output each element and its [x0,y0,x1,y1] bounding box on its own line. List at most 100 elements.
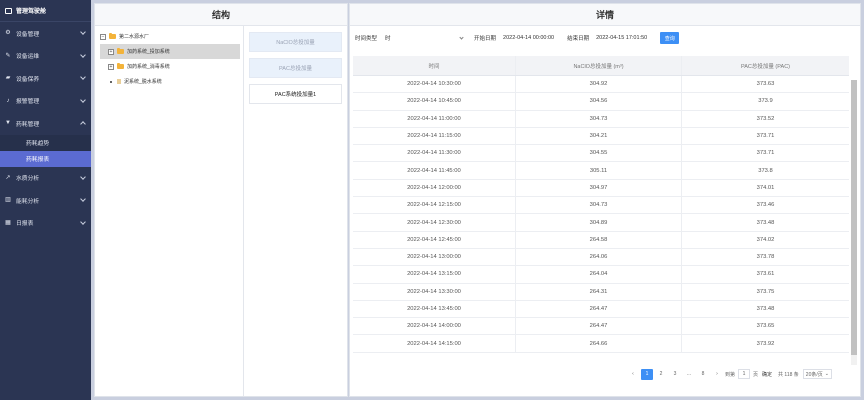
chevron-down-icon [459,34,464,40]
cell-time: 2022-04-14 11:30:00 [353,145,516,162]
cell-pac: 373.48 [756,306,775,312]
structure-tree: − 第二水源水厂 + 加药系统_投加系统 + 加药系统_消毒系统 泥系统_脱水系… [100,29,240,89]
table-scrollbar[interactable] [851,80,857,365]
page-button-3[interactable]: 3 [669,369,681,380]
scrollbar-thumb[interactable] [851,80,857,355]
cell-pac: 373.61 [756,271,775,278]
sidebar-item-label: 药耗管理 [16,121,40,128]
sidebar-item-daily-report[interactable]: ▦ 日报表 [0,212,91,235]
table-body: 2022-04-14 10:30:00 304.92 373.63 2022-04-1… [353,76,849,381]
cell-time: 2022-04-14 12:45:00 [353,231,516,248]
metric-type-pac-system[interactable]: PAC系统投加量1 [249,84,342,104]
bell-icon: ♪ [6,97,10,104]
sidebar-item-energy[interactable]: ▥ 能耗分析 [0,189,91,212]
expand-toggle-icon[interactable]: + [108,63,114,70]
goto-page-input[interactable]: 1 [738,369,751,379]
cell-naclo: 264.47 [516,300,682,318]
table-row[interactable]: 2022-04-14 14:15:00 264.66 373.92 [353,335,849,353]
start-date-input[interactable]: 2022-04-14 00:00:00 [500,32,557,44]
page-button-8[interactable]: 8 [697,369,709,380]
sidebar-title-label: 管理驾驶舱 [16,9,47,15]
cell-naclo: 305.11 [516,162,682,179]
table-row[interactable]: 2022-04-14 11:00:00 304.73 373.52 [353,110,849,128]
page-button-1[interactable]: 1 [641,368,653,380]
table-row[interactable]: 2022-04-14 11:45:00 305.11 373.8 [353,162,849,180]
chevron-down-icon [80,74,86,80]
tree-node-disinfection-system[interactable]: + 加药系统_消毒系统 [100,59,240,74]
page-unit-label: 页 [753,371,759,378]
filter-bar: 时间类型 时 开始日期 2022-04-14 00:00:00 结束日期 202… [355,31,680,45]
cell-naclo: 304.92 [516,76,682,93]
cell-time: 2022-04-14 11:15:00 [353,127,516,145]
query-button[interactable]: 查询 [660,32,680,44]
collapse-toggle-icon[interactable]: − [100,33,106,40]
cell-time: 2022-04-14 13:45:00 [353,300,516,318]
sidebar-item-chemical[interactable]: ▼ 药耗管理 [0,112,91,135]
table-row[interactable]: 2022-04-14 12:30:00 304.89 373.48 [353,214,849,232]
sidebar-item-device-ops[interactable]: ✎ 设备运维 [0,45,91,68]
sidebar-item-label: 设备管理 [16,31,40,38]
page-button-2[interactable]: 2 [655,369,667,380]
sidebar-item-label: 设备保养 [16,76,40,83]
table-row[interactable]: 2022-04-14 13:00:00 264.06 373.78 [353,248,849,267]
cell-time: 2022-04-14 12:15:00 [353,197,516,214]
calendar-icon: ▦ [5,219,11,226]
folder-icon [117,63,124,69]
confirm-goto-button[interactable]: 确定 [762,371,772,378]
cell-time: 2022-04-14 11:00:00 [353,110,516,127]
page-size-select[interactable]: 20条/页 ⌄ [802,369,832,379]
table-row[interactable]: 2022-04-14 13:30:00 264.31 373.75 [353,283,849,301]
table-row[interactable]: 2022-04-14 10:30:00 304.92 373.63 [353,76,849,94]
tree-node-dosing-system[interactable]: + 加药系统_投加系统 [100,44,240,59]
table-header: 时间 NaClO总投加量 (m³) PAC总投加量 (PAC) [353,56,849,76]
table-row[interactable]: 2022-04-14 11:15:00 304.21 373.71 [353,127,849,146]
bar-chart-icon: ▥ [5,197,11,204]
cell-naclo: 264.58 [516,231,682,248]
end-date-input[interactable]: 2022-04-15 17:01:50 [593,32,650,44]
column-header-naclo[interactable]: NaClO总投加量 (m³) [516,56,682,75]
cell-time: 2022-04-14 13:00:00 [353,248,516,266]
chevron-down-icon [80,51,86,58]
chevron-down-icon [80,173,86,180]
sidebar-item-alarm[interactable]: ♪ 报警管理 [0,90,91,113]
cell-time: 2022-04-14 14:15:00 [353,335,516,352]
line-chart-icon: ↗ [5,174,11,181]
table-row[interactable]: 2022-04-14 12:45:00 264.58 374.02 [353,231,849,249]
table-row[interactable]: 2022-04-14 10:45:00 304.56 373.9 [353,93,849,111]
page-ellipsis[interactable]: ... [683,369,695,380]
cell-naclo: 304.21 [516,127,682,145]
prev-page-icon[interactable]: ‹ [627,369,639,380]
table-row[interactable]: 2022-04-14 13:15:00 264.04 373.61 [353,266,849,284]
next-page-icon[interactable]: › [711,369,723,380]
sidebar-item-device-maintenance[interactable]: ▰ 设备保养 [0,67,91,90]
metric-type-list: NaClO总投加量 PAC总投加量 PAC系统投加量1 [243,26,347,396]
tree-node-root[interactable]: − 第二水源水厂 [100,29,240,44]
cell-pac: 373.65 [756,323,775,330]
chevron-down-icon: ⌄ [824,371,829,377]
sidebar-item-water-quality[interactable]: ↗ 水质分析 [0,167,91,190]
table-row[interactable]: 2022-04-14 12:00:00 304.97 374.01 [353,179,849,198]
metric-type-pac-total[interactable]: PAC总投加量 [249,58,342,78]
start-date-value: 2022-04-14 00:00:00 [503,35,555,41]
table-row[interactable]: 2022-04-14 14:00:00 264.47 373.65 [353,318,849,336]
table-row[interactable]: 2022-04-14 12:15:00 304.73 373.46 [353,197,849,215]
column-header-pac[interactable]: PAC总投加量 (PAC) [682,56,849,75]
sidebar-title[interactable]: 管理驾驶舱 [0,0,91,22]
sidebar-subitem-chemical-trend[interactable]: 药耗趋势 [0,134,91,151]
tree-node-dewatering-system[interactable]: 泥系统_脱水系统 [100,74,240,89]
table-row[interactable]: 2022-04-14 13:45:00 264.47 373.48 [353,300,849,319]
metric-type-naclo[interactable]: NaClO总投加量 [249,32,342,52]
sidebar-item-device-management[interactable]: ⚙ 设备管理 [0,22,91,45]
sidebar-subitem-chemical-report[interactable]: 药耗报表 [0,150,91,167]
car-icon: ▰ [5,75,11,82]
sidebar: 管理驾驶舱 ⚙ 设备管理 ✎ 设备运维 ▰ 设备保养 ♪ 报警管理 ▼ 药耗管理… [0,0,91,400]
cell-pac: 374.01 [756,184,775,191]
table-row[interactable]: 2022-04-14 11:30:00 304.55 373.71 [353,145,849,163]
cell-pac: 373.71 [756,133,775,140]
cell-pac: 374.02 [756,236,775,243]
expand-toggle-icon[interactable]: + [108,48,114,55]
tree-node-label: 第二水源水厂 [119,34,150,40]
time-type-select[interactable]: 时 [381,32,467,44]
column-header-time[interactable]: 时间 [353,56,516,75]
cell-naclo: 264.31 [516,283,682,300]
